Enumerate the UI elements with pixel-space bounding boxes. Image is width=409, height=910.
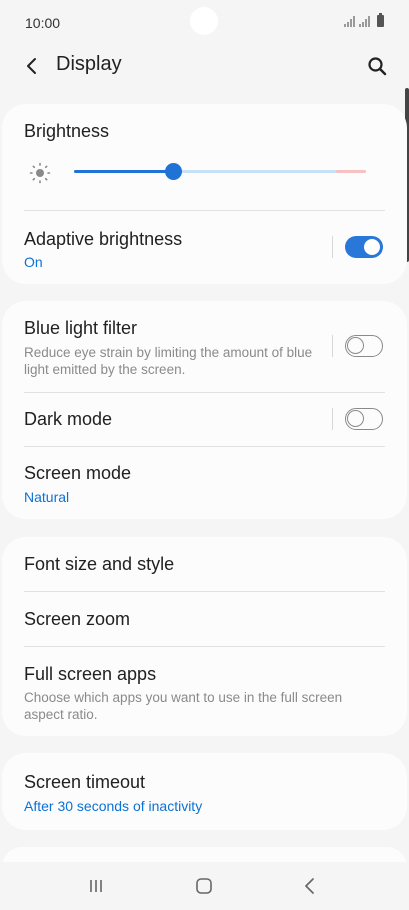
nav-back-button[interactable] <box>299 876 321 896</box>
brightness-title: Brightness <box>24 121 110 141</box>
display-options-card: Blue light filter Reduce eye strain by l… <box>2 301 407 519</box>
dark-mode-title: Dark mode <box>24 409 113 429</box>
battery-icon <box>377 13 384 27</box>
screen-zoom-row[interactable]: Screen zoom <box>2 592 407 646</box>
adaptive-brightness-row[interactable]: Adaptive brightness On <box>2 211 407 284</box>
page-title: Display <box>56 53 122 75</box>
adaptive-brightness-title: Adaptive brightness <box>24 229 183 249</box>
status-icons <box>344 13 384 27</box>
adaptive-brightness-status: On <box>24 254 43 270</box>
camera-cutout <box>190 7 218 35</box>
brightness-slider-fill <box>74 170 174 173</box>
back-button[interactable] <box>18 52 46 80</box>
full-screen-apps-row[interactable]: Full screen apps Choose which apps you w… <box>2 647 407 736</box>
font-size-row[interactable]: Font size and style <box>2 537 407 591</box>
blue-light-filter-description: Reduce eye strain by limiting the amount… <box>24 345 313 377</box>
screen-timeout-card: Screen timeout After 30 seconds of inact… <box>2 753 407 830</box>
blue-light-filter-title: Blue light filter <box>24 318 138 338</box>
screen-timeout-title: Screen timeout <box>24 772 146 792</box>
toggle-knob <box>347 337 364 354</box>
full-screen-apps-description: Choose which apps you want to use in the… <box>24 690 343 722</box>
screen-zoom-title: Screen zoom <box>24 609 131 629</box>
status-time: 10:00 <box>25 15 61 31</box>
signal-icon <box>344 16 355 27</box>
home-button[interactable] <box>193 876 215 896</box>
recents-icon <box>90 880 102 892</box>
nav-back-icon <box>305 878 314 894</box>
sun-icon <box>29 162 51 184</box>
font-size-title: Font size and style <box>24 554 175 574</box>
full-screen-apps-title: Full screen apps <box>24 664 157 684</box>
brightness-slider[interactable] <box>74 163 366 180</box>
blue-light-filter-toggle[interactable] <box>345 335 383 357</box>
screen-mode-value: Natural <box>24 489 70 505</box>
home-icon <box>196 878 212 894</box>
chevron-left-icon <box>27 58 36 74</box>
screen-mode-row[interactable]: Screen mode Natural <box>2 447 407 519</box>
font-zoom-card: Font size and style Screen zoom Full scr… <box>2 537 407 736</box>
separator <box>332 335 333 357</box>
signal-icon-2 <box>359 16 370 27</box>
navigation-bar <box>0 862 409 910</box>
search-button[interactable] <box>363 52 391 80</box>
toggle-knob <box>347 410 364 427</box>
dark-mode-toggle[interactable] <box>345 408 383 430</box>
blue-light-filter-row[interactable]: Blue light filter Reduce eye strain by l… <box>2 301 407 391</box>
search-icon <box>368 57 387 76</box>
adaptive-brightness-toggle[interactable] <box>345 236 383 258</box>
screen-timeout-row[interactable]: Screen timeout After 30 seconds of inact… <box>2 753 407 830</box>
brightness-slider-high-zone <box>336 170 366 173</box>
recents-button[interactable] <box>85 876 107 896</box>
separator <box>332 408 333 430</box>
separator <box>332 236 333 258</box>
dark-mode-row[interactable]: Dark mode <box>2 393 407 446</box>
screen-timeout-value: After 30 seconds of inactivity <box>24 798 203 814</box>
app-bar: Display <box>0 46 409 84</box>
toggle-knob <box>363 238 381 256</box>
brightness-card: Brightness Adaptive brightness On <box>2 104 407 284</box>
screen-mode-title: Screen mode <box>24 463 132 483</box>
status-bar: 10:00 <box>0 0 409 46</box>
